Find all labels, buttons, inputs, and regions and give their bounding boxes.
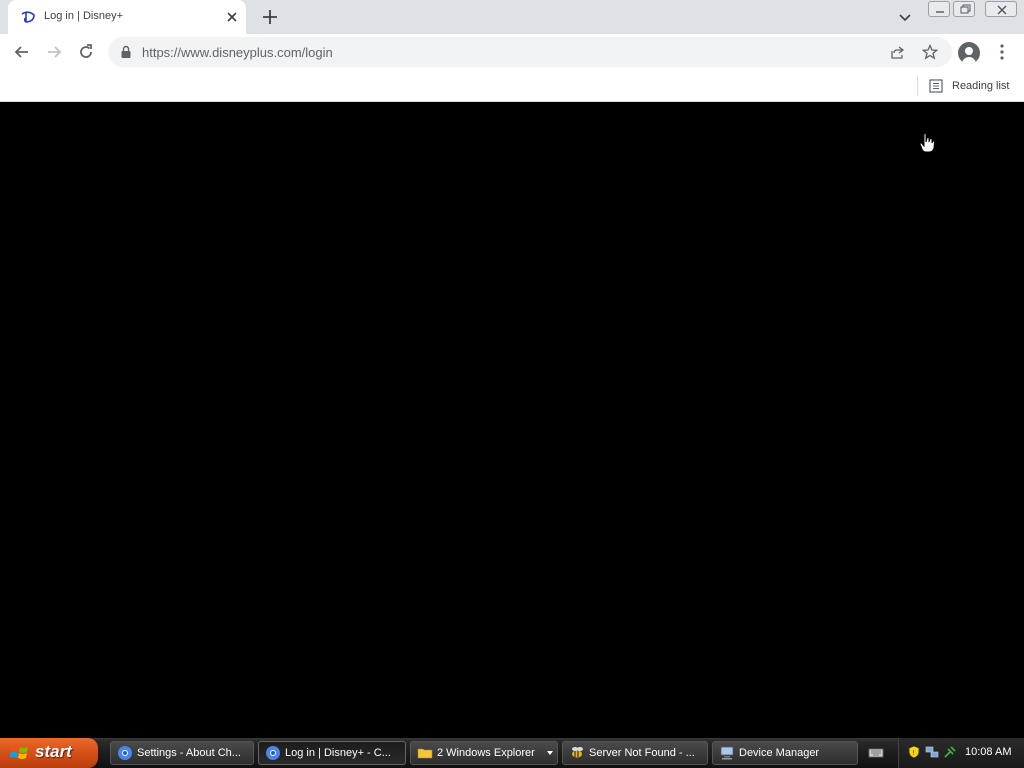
- new-tab-icon[interactable]: [260, 7, 280, 27]
- taskbar-item-device-manager[interactable]: Device Manager: [712, 741, 858, 765]
- more-menu-icon[interactable]: [994, 42, 1010, 62]
- start-button[interactable]: start: [0, 738, 98, 768]
- browser-toolbar: https://www.disneyplus.com/login: [0, 34, 1024, 70]
- disney-favicon-icon: [21, 11, 35, 23]
- security-shield-icon[interactable]: !: [907, 745, 921, 759]
- taskbar-item-server-not-found[interactable]: Server Not Found - ...: [562, 741, 708, 765]
- window-restore-button[interactable]: [953, 1, 975, 17]
- taskbar-item-label: Server Not Found - ...: [589, 747, 695, 759]
- bee-icon: [572, 747, 583, 758]
- chrome-icon: [118, 746, 132, 760]
- group-dropdown-icon[interactable]: [547, 751, 553, 755]
- back-arrow-icon[interactable]: [12, 42, 32, 62]
- computer-icon: [720, 746, 734, 760]
- close-icon: [997, 5, 1007, 15]
- profile-avatar-icon[interactable]: [958, 42, 980, 64]
- window-minimize-button[interactable]: [928, 1, 950, 17]
- safely-remove-hardware-icon[interactable]: [943, 745, 957, 759]
- person-icon: [962, 47, 976, 64]
- window-close-button[interactable]: [985, 1, 1017, 17]
- reload-icon[interactable]: [76, 42, 96, 62]
- page-content[interactable]: [0, 103, 1024, 738]
- url-text[interactable]: https://www.disneyplus.com/login: [142, 45, 333, 60]
- share-icon[interactable]: [890, 44, 906, 60]
- windows-logo-icon: [10, 746, 28, 759]
- start-label: start: [35, 742, 72, 761]
- restore-icon: [960, 4, 971, 14]
- forward-arrow-icon[interactable]: [44, 42, 64, 62]
- bookmarks-bar: Reading list: [0, 70, 1024, 102]
- lock-icon[interactable]: [120, 45, 132, 59]
- taskbar-clock[interactable]: 10:08 AM: [965, 746, 1011, 758]
- keyboard-icon[interactable]: [868, 746, 884, 760]
- taskbar-item-label: 2 Windows Explorer: [437, 747, 535, 759]
- taskbar-item-settings[interactable]: Settings - About Ch...: [110, 741, 254, 765]
- taskbar-item-label: Settings - About Ch...: [137, 747, 241, 759]
- taskbar-item-windows-explorer[interactable]: 2 Windows Explorer: [410, 741, 558, 765]
- reading-list-button[interactable]: Reading list: [928, 76, 1009, 96]
- reading-list-label: Reading list: [952, 80, 1010, 92]
- tab-title: Log in | Disney+: [44, 10, 123, 22]
- network-icon[interactable]: [925, 745, 939, 759]
- bookmarks-divider: [917, 76, 918, 96]
- taskbar-item-disney-login[interactable]: Log in | Disney+ - C...: [258, 741, 406, 765]
- taskbar-item-label: Log in | Disney+ - C...: [285, 747, 391, 759]
- minimize-icon: [936, 11, 944, 13]
- taskbar-item-label: Device Manager: [739, 747, 820, 759]
- address-bar[interactable]: https://www.disneyplus.com/login: [108, 37, 952, 67]
- hand-cursor-icon: [919, 133, 936, 153]
- taskbar: start Settings - About Ch... Log in | Di…: [0, 738, 1024, 768]
- svg-text:!: !: [912, 749, 915, 757]
- tab-disney-login[interactable]: Log in | Disney+: [8, 0, 246, 34]
- system-tray: ! 10:08 AM: [898, 738, 1024, 768]
- folder-icon: [417, 748, 433, 759]
- bookmark-star-icon[interactable]: [922, 44, 938, 60]
- chrome-icon: [266, 746, 280, 760]
- tab-close-icon[interactable]: [224, 9, 240, 25]
- tab-strip: Log in | Disney+: [0, 0, 1024, 34]
- reading-list-icon: [929, 79, 943, 93]
- tab-search-chevron-icon[interactable]: [896, 8, 914, 26]
